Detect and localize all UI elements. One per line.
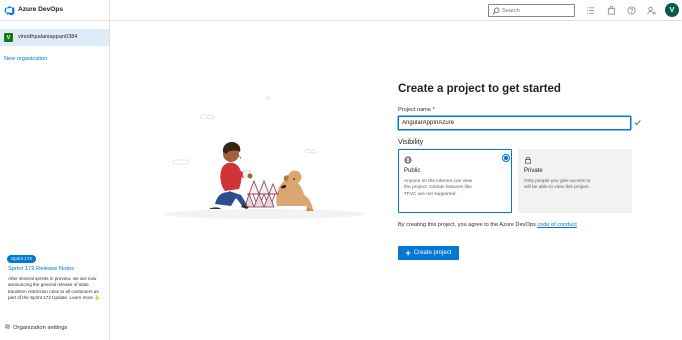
- organization-name: vinodhpalaniappan0384: [18, 34, 78, 40]
- agreement-text: By creating this project, you agree to t…: [398, 222, 577, 228]
- private-option-description: Only people you give access to will be a…: [524, 179, 591, 191]
- release-notes-text: After several sprints in preview, we are…: [8, 276, 101, 300]
- list-icon[interactable]: [586, 6, 595, 15]
- welcome-illustration: [165, 96, 365, 219]
- help-icon[interactable]: [627, 6, 636, 15]
- visibility-option-private[interactable]: Private Only people you give access to w…: [518, 149, 632, 213]
- public-option-description: Anyone on the internet can view the proj…: [404, 179, 473, 197]
- brand-title[interactable]: Azure DevOps: [18, 6, 63, 13]
- search-box[interactable]: [488, 4, 575, 17]
- search-icon: [492, 7, 500, 15]
- organization-avatar: V: [4, 33, 13, 42]
- page-title: Create a project to get started: [398, 83, 561, 95]
- plus-icon: +: [405, 248, 411, 258]
- visibility-label: Visibility: [398, 139, 424, 146]
- project-name-label: Project name *: [398, 107, 435, 113]
- shopping-bag-icon[interactable]: [607, 6, 616, 15]
- check-icon: [634, 120, 641, 126]
- project-name-input[interactable]: [398, 116, 631, 130]
- create-project-button[interactable]: + Create project: [398, 246, 459, 260]
- user-avatar[interactable]: V: [665, 3, 679, 17]
- lock-icon: [525, 156, 531, 164]
- gear-icon: [4, 323, 11, 330]
- organization-settings-link[interactable]: Organization settings: [4, 323, 67, 331]
- public-option-title: Public: [404, 168, 421, 174]
- create-project-label: Create project: [413, 250, 452, 256]
- search-input[interactable]: [502, 6, 572, 16]
- globe-icon: [404, 156, 412, 164]
- public-radio-selected[interactable]: [502, 154, 510, 162]
- sprint-badge: Sprint 172: [7, 255, 36, 263]
- top-bar: Azure DevOps V: [0, 0, 682, 21]
- agreement-prefix: By creating this project, you agree to t…: [398, 222, 536, 228]
- private-option-title: Private: [524, 168, 543, 174]
- sidebar-item-organization[interactable]: V vinodhpalaniappan0384: [0, 29, 109, 46]
- release-notes-link[interactable]: Sprint 172 Release Notes: [8, 266, 74, 272]
- organization-settings-label: Organization settings: [13, 325, 68, 331]
- visibility-option-public[interactable]: Public Anyone on the internet can view t…: [398, 149, 512, 213]
- azure-devops-logo-icon[interactable]: [4, 5, 15, 16]
- code-of-conduct-link[interactable]: code of conduct: [537, 222, 577, 228]
- user-settings-icon[interactable]: [647, 6, 656, 15]
- sidebar-divider: [109, 0, 110, 340]
- new-organization-link[interactable]: New organization: [4, 56, 47, 62]
